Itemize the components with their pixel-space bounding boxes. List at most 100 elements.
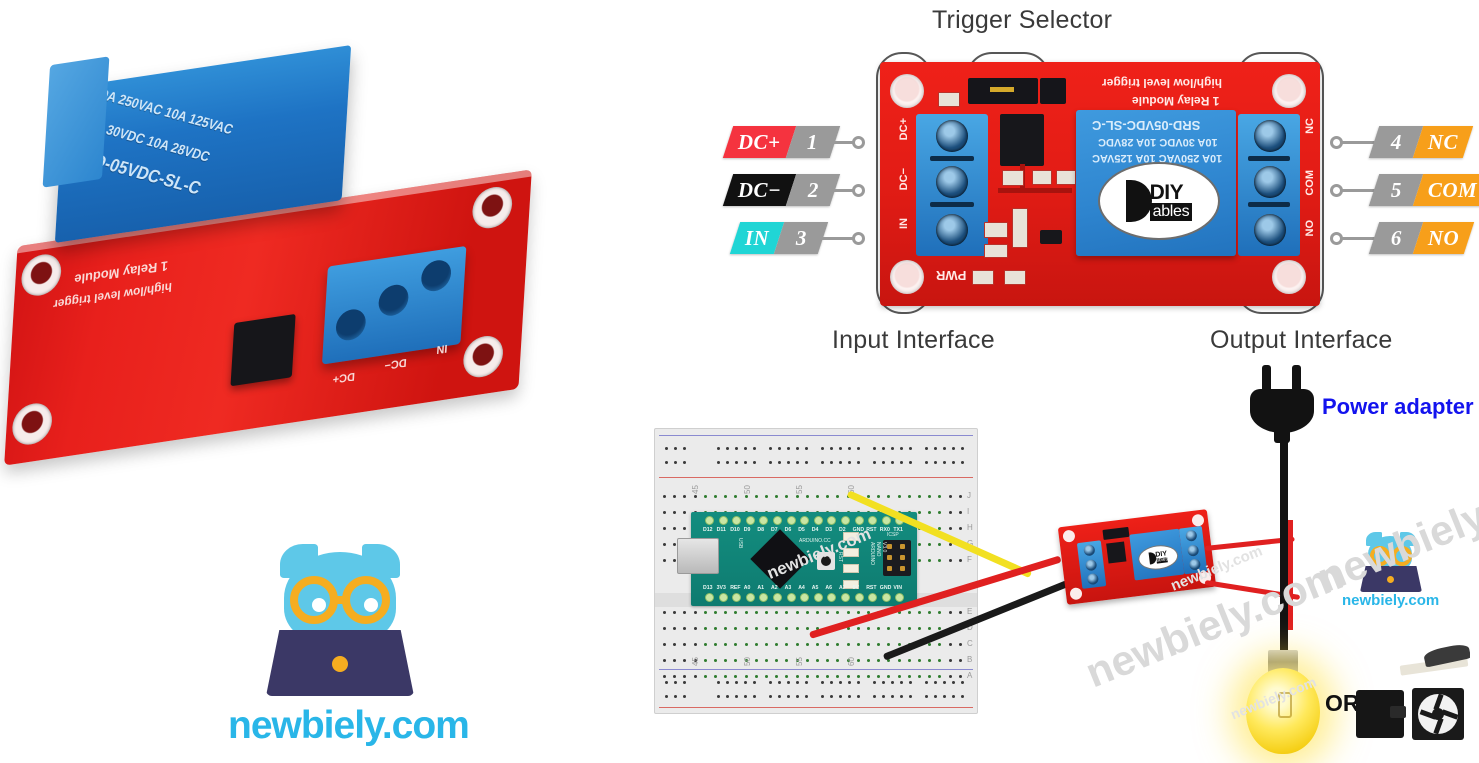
breadboard-hole xyxy=(948,643,952,646)
nano-pad-d9[interactable] xyxy=(745,516,755,525)
breadboard-hole xyxy=(775,627,779,630)
breadboard-hole xyxy=(703,495,707,498)
breadboard-hole xyxy=(918,543,921,546)
breadboard-hole xyxy=(839,461,842,464)
breadboard-hole xyxy=(769,461,772,464)
nano-pad-3v3[interactable] xyxy=(718,593,728,602)
nano-pad-d4[interactable] xyxy=(813,516,823,525)
diode xyxy=(1012,208,1028,248)
input-terminal-block[interactable] xyxy=(916,114,988,256)
nano-pad-5v[interactable] xyxy=(854,593,864,602)
breadboard-hole xyxy=(693,611,697,614)
breadboard-row-letter: H xyxy=(967,523,973,532)
nano-pad-a5[interactable] xyxy=(813,593,823,602)
breadboard-hole xyxy=(714,627,717,630)
icsp-header[interactable] xyxy=(883,540,911,576)
breadboard-hole xyxy=(673,495,677,498)
nano-pad-d11[interactable] xyxy=(718,516,728,525)
nano-pad-rx0[interactable] xyxy=(881,516,891,525)
nano-pad-a4[interactable] xyxy=(800,593,810,602)
breadboard-hole xyxy=(816,643,819,646)
terminal-screw-in[interactable] xyxy=(936,214,968,246)
nano-pin-label-d10: D10 xyxy=(730,527,740,533)
breadboard-hole xyxy=(665,681,668,684)
breadboard-hole xyxy=(952,695,955,698)
breadboard-hole xyxy=(674,681,677,684)
board-silk-pwr: PWR xyxy=(936,268,967,283)
cooling-fan-thumbnail xyxy=(1412,688,1464,740)
owl-ear-right-icon xyxy=(362,544,400,578)
breadboard-hole xyxy=(836,611,840,614)
breadboard-hole xyxy=(735,695,738,698)
pin-name-dcplus: DC+ xyxy=(738,129,781,154)
nano-pad-a3[interactable] xyxy=(786,593,796,602)
trigger-jumper-post[interactable] xyxy=(1040,78,1066,104)
breadboard-hole xyxy=(673,543,677,546)
nano-pad-gnd[interactable] xyxy=(854,516,864,525)
breadboard-hole xyxy=(785,611,789,614)
module-mount-hole-icon xyxy=(1062,529,1076,543)
breadboard-hole xyxy=(907,495,911,498)
nano-pad-a7[interactable] xyxy=(841,593,850,602)
output-terminal-block[interactable] xyxy=(1238,114,1300,256)
owl-glasses-bridge-icon xyxy=(334,596,346,604)
nano-pin-label-d8: D8 xyxy=(757,527,765,533)
nano-pin-label-d4: D4 xyxy=(811,527,819,533)
breadboard-column-number: 50 xyxy=(742,485,752,494)
nano-pad-d6[interactable] xyxy=(786,516,796,525)
nano-pad-a6[interactable] xyxy=(827,593,837,602)
terminal-screw-no[interactable] xyxy=(1254,214,1286,246)
nano-pad-d7[interactable] xyxy=(773,516,782,525)
breadboard-hole xyxy=(769,681,772,684)
breadboard-hole xyxy=(778,461,781,464)
terminal-screw-nc[interactable] xyxy=(1254,120,1286,152)
breadboard-hole xyxy=(753,695,756,698)
breadboard-hole xyxy=(856,611,860,614)
breadboard-hole xyxy=(665,695,668,698)
board-label-no: NO xyxy=(1304,220,1316,237)
breadboard-hole xyxy=(877,627,881,630)
terminal-screw-dcplus[interactable] xyxy=(936,120,968,152)
nano-pad-d13[interactable] xyxy=(705,593,714,602)
breadboard-column-number: 55 xyxy=(794,485,804,494)
breadboard-hole xyxy=(961,461,964,464)
breadboard-hole xyxy=(703,627,707,630)
pin-node-1 xyxy=(852,136,865,149)
nano-pad-a1[interactable] xyxy=(759,593,769,602)
breadboard-hole xyxy=(785,659,789,662)
breadboard-column-number: 50 xyxy=(742,657,752,666)
pin-name-nc: NC xyxy=(1428,129,1459,154)
nano-pad-ref[interactable] xyxy=(732,593,742,602)
nano-pad-vin[interactable] xyxy=(895,593,905,602)
breadboard-hole xyxy=(958,611,962,614)
terminal-screw-dcminus[interactable] xyxy=(936,166,968,198)
breadboard-hole xyxy=(683,627,687,630)
breadboard-hole xyxy=(938,511,942,514)
breadboard-hole xyxy=(882,461,885,464)
nano-pad-d3[interactable] xyxy=(827,516,837,525)
board-label-in: IN xyxy=(898,218,910,229)
usb-connector[interactable] xyxy=(677,538,719,574)
breadboard-hole xyxy=(925,695,928,698)
nano-pad-a2[interactable] xyxy=(773,593,782,602)
breadboard-hole xyxy=(683,659,687,662)
terminal-screw-com[interactable] xyxy=(1254,166,1286,198)
nano-pad-rst[interactable] xyxy=(868,516,878,525)
breadboard-hole xyxy=(857,695,860,698)
nano-pad-rst[interactable] xyxy=(868,593,878,602)
nano-pad-d2[interactable] xyxy=(841,516,850,525)
nano-pad-d12[interactable] xyxy=(705,516,714,525)
breadboard-hole xyxy=(734,643,738,646)
nano-pad-d10[interactable] xyxy=(732,516,742,525)
nano-pad-gnd[interactable] xyxy=(881,593,891,602)
nano-pad-d8[interactable] xyxy=(759,516,769,525)
breadboard-row-letter: C xyxy=(967,639,973,648)
breadboard-hole xyxy=(683,681,686,684)
nano-pad-d5[interactable] xyxy=(800,516,810,525)
breadboard-hole xyxy=(821,681,824,684)
breadboard-row-letter: B xyxy=(967,655,973,664)
breadboard-hole xyxy=(846,675,850,678)
terminal-hole-icon xyxy=(335,307,367,343)
trigger-jumper[interactable] xyxy=(968,78,1038,104)
nano-pad-a0[interactable] xyxy=(745,593,755,602)
